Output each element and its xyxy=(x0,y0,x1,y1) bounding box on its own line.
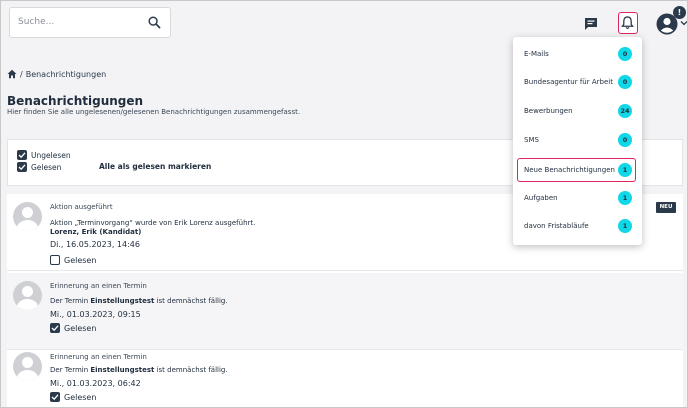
new-badge: NEU xyxy=(656,202,676,213)
count-badge: 0 xyxy=(618,133,632,147)
notification-read-label: Gelesen xyxy=(64,256,97,265)
notification-read-checkbox[interactable] xyxy=(50,255,60,265)
avatar xyxy=(13,352,42,381)
read-checkbox[interactable] xyxy=(17,162,27,172)
dropdown-item-sms[interactable]: SMS 0 xyxy=(513,126,642,154)
search-placeholder: Suche... xyxy=(18,17,55,27)
read-label: Gelesen xyxy=(31,163,62,172)
breadcrumb-separator: / xyxy=(20,69,23,79)
dropdown-item-label: Bewerbungen xyxy=(524,107,573,115)
search-icon[interactable] xyxy=(148,16,161,29)
bell-icon xyxy=(621,16,634,29)
search-input[interactable]: Suche... xyxy=(9,7,171,38)
notification-item[interactable]: Erinnerung an einen Termin Der Termin Ei… xyxy=(7,273,683,350)
notification-item[interactable]: Erinnerung an einen Termin Der Termin Ei… xyxy=(7,344,683,407)
breadcrumb: / Benachrichtigungen xyxy=(7,69,106,79)
notifications-button[interactable] xyxy=(618,12,638,34)
dropdown-item-fristablaeufe[interactable]: davon Fristabläufe 1 xyxy=(513,212,642,240)
notification-title: Erinnerung an einen Termin xyxy=(50,353,147,361)
dropdown-item-label: Neue Benachrichtigungen xyxy=(524,166,615,174)
user-alert-badge: ! xyxy=(673,6,686,19)
dropdown-item-aufgaben[interactable]: Aufgaben 1 xyxy=(513,184,642,212)
app-frame: Suche... ! / Benachrichtigungen Benachri… xyxy=(0,0,688,408)
dropdown-item-label: E-Mails xyxy=(524,50,549,58)
avatar xyxy=(13,281,42,310)
unread-label: Ungelesen xyxy=(31,151,71,160)
breadcrumb-current: Benachrichtigungen xyxy=(25,69,107,79)
dropdown-item-bundesagentur[interactable]: Bundesagentur für Arbeit 0 xyxy=(513,68,642,96)
notification-subtext: Lorenz, Erik (Kandidat) xyxy=(50,228,142,236)
dropdown-item-label: Bundesagentur für Arbeit xyxy=(524,78,613,86)
notification-date: Mi., 01.03.2023, 09:15 xyxy=(50,310,141,319)
notifications-dropdown: E-Mails 0 Bundesagentur für Arbeit 0 Bew… xyxy=(513,37,642,245)
avatar xyxy=(13,202,42,231)
count-badge: 1 xyxy=(618,191,632,205)
notification-text: Der Termin Einstellungstest ist demnächs… xyxy=(50,366,228,374)
notification-text: Der Termin Einstellungstest ist demnächs… xyxy=(50,297,228,305)
count-badge: 1 xyxy=(618,163,632,177)
count-badge: 24 xyxy=(618,104,632,118)
notification-read-label: Gelesen xyxy=(64,324,97,333)
notification-read-label: Gelesen xyxy=(64,393,97,402)
dropdown-item-emails[interactable]: E-Mails 0 xyxy=(513,40,642,68)
home-icon[interactable] xyxy=(7,69,17,79)
dropdown-item-label: SMS xyxy=(524,136,539,144)
notification-read-checkbox[interactable] xyxy=(50,323,60,333)
count-badge: 1 xyxy=(618,219,632,233)
count-badge: 0 xyxy=(618,75,632,89)
page-subtitle: Hier finden Sie alle ungelesenen/gelesen… xyxy=(7,108,301,116)
notification-text: Aktion „Terminvorgang“ wurde von Erik Lo… xyxy=(50,219,256,227)
notification-title: Erinnerung an einen Termin xyxy=(50,282,147,290)
unread-checkbox[interactable] xyxy=(17,150,27,160)
dropdown-item-neue-benachrichtigungen[interactable]: Neue Benachrichtigungen 1 xyxy=(513,156,642,184)
dropdown-item-label: Aufgaben xyxy=(524,194,558,202)
page-title: Benachrichtigungen xyxy=(7,94,144,108)
dropdown-item-bewerbungen[interactable]: Bewerbungen 24 xyxy=(513,97,642,125)
dropdown-item-label: davon Fristabläufe xyxy=(524,222,589,230)
notification-read-checkbox[interactable] xyxy=(50,392,60,402)
count-badge: 0 xyxy=(618,47,632,61)
chat-icon[interactable] xyxy=(583,16,599,32)
notification-date: Di., 16.05.2023, 14:46 xyxy=(50,240,140,249)
notification-title: Aktion ausgeführt xyxy=(50,203,113,211)
chevron-down-icon[interactable] xyxy=(680,19,688,27)
notification-date: Mi., 01.03.2023, 06:42 xyxy=(50,379,141,388)
mark-all-read-button[interactable]: Alle als gelesen markieren xyxy=(99,162,211,171)
